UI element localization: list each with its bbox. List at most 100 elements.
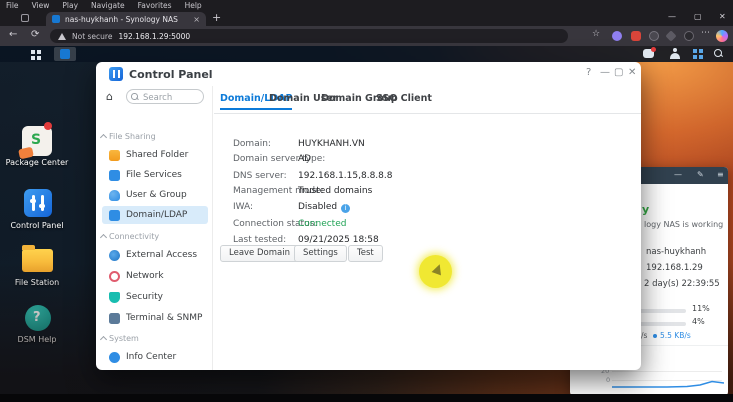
leave-domain-button[interactable]: Leave Domain xyxy=(220,245,299,262)
control-panel-desktop-icon[interactable] xyxy=(24,189,52,217)
widget-menu-icon[interactable]: ≡ xyxy=(717,170,724,180)
extension-icon[interactable] xyxy=(631,31,641,41)
dsm-help-icon[interactable]: ? xyxy=(25,305,51,331)
network-legend-dot xyxy=(653,334,657,338)
extensions-puzzle-icon[interactable] xyxy=(665,30,677,42)
security-shield-icon xyxy=(109,291,120,303)
field-label: Domain server type: xyxy=(233,154,326,164)
bottom-black-bar xyxy=(0,394,733,402)
address-bar[interactable]: Not secure 192.168.1.29:5000 xyxy=(50,29,568,43)
extension-icon[interactable] xyxy=(649,31,659,41)
menu-file[interactable]: File xyxy=(6,0,19,11)
search-icon[interactable] xyxy=(714,49,722,57)
search-input[interactable]: Search xyxy=(126,89,204,104)
refresh-icon[interactable]: ⟳ xyxy=(31,29,39,40)
sidebar-item-login-portal[interactable]: Login Portal xyxy=(102,368,208,370)
widget-edit-icon[interactable]: ✎ xyxy=(697,170,704,180)
desktop-icon-label[interactable]: File Station xyxy=(2,278,72,288)
connection-status-value: Connected xyxy=(298,219,347,229)
external-access-icon xyxy=(109,249,120,261)
sidebar-item-network[interactable]: Network xyxy=(102,267,208,285)
desktop-icon-label[interactable]: Package Center xyxy=(2,158,72,168)
menu-help[interactable]: Help xyxy=(185,0,202,11)
click-highlight xyxy=(419,255,452,288)
copilot-icon[interactable] xyxy=(716,30,728,42)
test-button[interactable]: Test xyxy=(348,245,383,262)
minimize-button[interactable]: — xyxy=(600,67,610,78)
taskbar-control-panel-task[interactable] xyxy=(54,47,76,61)
iwa-value: Disabled i xyxy=(298,202,351,213)
favorites-star-icon[interactable]: ☆ xyxy=(592,29,600,39)
window-titlebar[interactable]: Control Panel ? — ▢ ✕ xyxy=(96,62,641,86)
domain-value: HUYKHANH.VN xyxy=(298,139,365,149)
tab-close-icon[interactable]: × xyxy=(193,15,200,24)
screen: File View Play Navigate Favorites Help n… xyxy=(0,0,733,402)
cpu-usage-value: 11% xyxy=(692,304,710,313)
browser-tab[interactable]: nas-huykhanh - Synology NAS × xyxy=(46,12,206,26)
package-center-icon[interactable]: S xyxy=(18,126,52,160)
sidebar-item-shared-folder[interactable]: Shared Folder xyxy=(102,146,208,164)
system-health-ip: 192.168.1.29 xyxy=(646,263,703,273)
network-legend-fragment: /s xyxy=(641,331,648,340)
user-group-icon xyxy=(109,189,120,201)
server-type-value: AD xyxy=(298,154,312,164)
window-title: Control Panel xyxy=(129,68,213,81)
field-label: Domain: xyxy=(233,139,271,149)
section-file-sharing[interactable]: File Sharing xyxy=(109,132,156,141)
help-button[interactable]: ? xyxy=(586,67,591,78)
info-icon[interactable]: i xyxy=(341,204,351,213)
menu-view[interactable]: View xyxy=(32,0,50,11)
widget-minimize-icon[interactable]: — xyxy=(674,170,682,180)
sidebar-item-info-center[interactable]: Info Center xyxy=(102,348,208,366)
sidebar-item-domain-ldap[interactable]: Domain/LDAP xyxy=(102,206,208,224)
close-button[interactable]: ✕ xyxy=(628,67,636,78)
tab-sso-client[interactable]: SSO Client xyxy=(376,93,432,104)
sidebar-item-file-services[interactable]: File Services xyxy=(102,166,208,184)
desktop-icon-label[interactable]: Control Panel xyxy=(2,221,72,231)
back-icon[interactable]: ← xyxy=(9,29,17,40)
cursor-icon xyxy=(431,262,445,276)
sidebar-item-security[interactable]: Security xyxy=(102,288,208,306)
user-account-icon[interactable] xyxy=(670,48,680,59)
search-placeholder: Search xyxy=(143,92,173,103)
maximize-button[interactable]: ▢ xyxy=(614,67,623,78)
control-panel-app-icon xyxy=(109,67,123,81)
field-label: DNS server: xyxy=(233,171,287,181)
info-center-icon xyxy=(109,351,120,363)
notifications-icon[interactable] xyxy=(643,47,656,58)
sidebar-item-user-group[interactable]: User & Group xyxy=(102,186,208,204)
dns-server-value: 192.168.1.15,8.8.8.8 xyxy=(298,171,393,181)
menu-navigate[interactable]: Navigate xyxy=(91,0,125,11)
home-icon[interactable]: ⌂ xyxy=(106,90,113,103)
shared-folder-icon xyxy=(109,149,120,161)
settings-button[interactable]: Settings xyxy=(294,245,347,262)
extension-icon[interactable] xyxy=(612,31,622,41)
not-secure-label[interactable]: Not secure xyxy=(72,32,112,41)
sidebar-item-terminal-snmp[interactable]: Terminal & SNMP xyxy=(102,309,208,327)
window-minimize-button[interactable]: — xyxy=(668,12,676,21)
menu-favorites[interactable]: Favorites xyxy=(138,0,172,11)
file-station-icon[interactable] xyxy=(22,245,53,272)
window-close-button[interactable]: ✕ xyxy=(719,12,726,21)
browser-tab-row: nas-huykhanh - Synology NAS × + — ▢ ✕ xyxy=(0,11,733,26)
new-tab-button[interactable]: + xyxy=(212,11,221,24)
window-maximize-button[interactable]: ▢ xyxy=(694,12,702,21)
browser-menu-icon[interactable]: ⋯ xyxy=(701,28,710,38)
extension-icon[interactable] xyxy=(684,31,694,41)
section-connectivity[interactable]: Connectivity xyxy=(109,232,159,241)
widgets-icon[interactable] xyxy=(693,49,697,53)
tab-list-icon[interactable] xyxy=(21,14,29,22)
url-text[interactable]: 192.168.1.29:5000 xyxy=(118,32,190,41)
main-menu-grid-icon[interactable] xyxy=(31,50,35,54)
network-speed-value: 5.5 KB/s xyxy=(660,331,691,340)
dsm-taskbar xyxy=(0,46,733,62)
sidebar-item-external-access[interactable]: External Access xyxy=(102,246,208,264)
desktop-icon-label[interactable]: DSM Help xyxy=(2,335,72,345)
field-label: IWA: xyxy=(233,202,254,212)
file-services-icon xyxy=(109,169,120,181)
network-icon xyxy=(109,270,120,282)
section-system[interactable]: System xyxy=(109,334,139,343)
tab-title: nas-huykhanh - Synology NAS xyxy=(65,14,178,24)
menu-play[interactable]: Play xyxy=(62,0,78,11)
system-health-status: y xyxy=(642,203,650,216)
